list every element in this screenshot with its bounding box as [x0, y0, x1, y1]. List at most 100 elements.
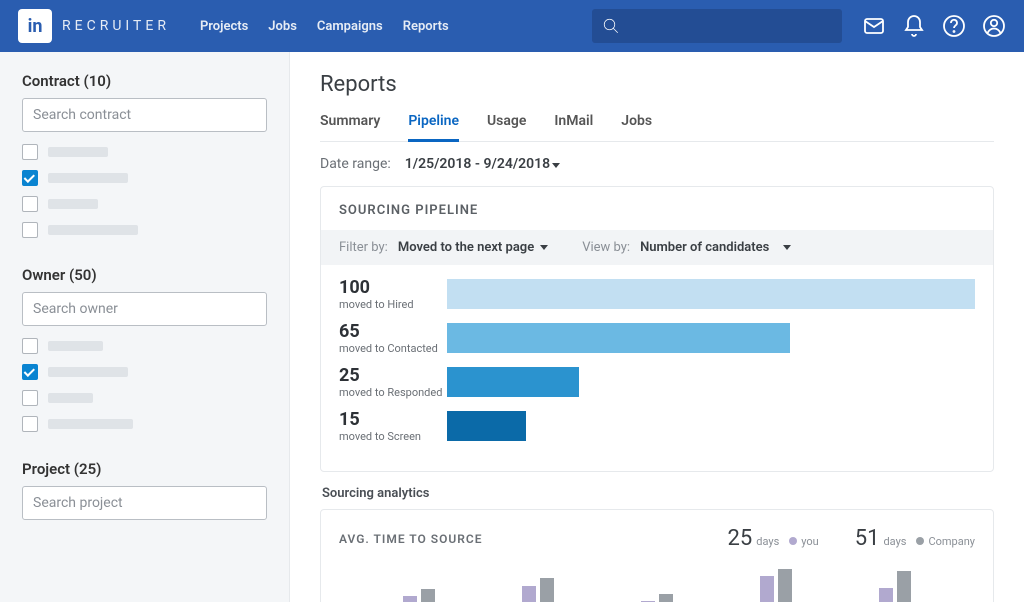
filter-option[interactable] — [22, 416, 267, 432]
filter-project-title: Project (25) — [22, 460, 267, 478]
pipeline-card-title: SOURCING PIPELINE — [321, 187, 993, 230]
main-content: Reports SummaryPipelineUsageInMailJobs D… — [290, 52, 1024, 602]
chart-bar-pair — [403, 589, 435, 602]
filter-option[interactable] — [22, 364, 267, 380]
checkbox[interactable] — [22, 144, 38, 160]
view-by-label: View by: — [582, 240, 630, 255]
checkbox[interactable] — [22, 390, 38, 406]
legend-dot-company — [916, 537, 924, 545]
chart-bar-pair — [522, 578, 554, 602]
search-icon — [602, 17, 620, 35]
avg-time-title: AVG. TIME TO SOURCE — [339, 532, 483, 546]
filter-option[interactable] — [22, 170, 267, 186]
owner-search-input[interactable] — [22, 292, 267, 326]
nav-campaigns[interactable]: Campaigns — [317, 19, 383, 34]
checkbox[interactable] — [22, 170, 38, 186]
pipeline-row: 65moved to Contacted — [339, 321, 975, 355]
stat-company: 51days Company — [855, 526, 975, 551]
chevron-down-icon — [540, 245, 548, 250]
pipeline-label: moved to Responded — [339, 386, 447, 399]
tab-jobs[interactable]: Jobs — [621, 113, 652, 141]
option-placeholder — [48, 225, 138, 235]
checkbox[interactable] — [22, 338, 38, 354]
contract-search-input[interactable] — [22, 98, 267, 132]
report-tabs: Summary Pipeline Usage InMail Jobs — [320, 113, 994, 142]
option-placeholder — [48, 173, 128, 183]
avg-time-card: AVG. TIME TO SOURCE 25days you 51days Co… — [320, 509, 994, 602]
nav-projects[interactable]: Projects — [200, 19, 248, 34]
tab-inmail[interactable]: InMail — [554, 113, 593, 141]
option-placeholder — [48, 147, 108, 157]
pipeline-label: moved to Hired — [339, 298, 447, 311]
filter-contract-title: Contract (10) — [22, 72, 267, 90]
pipeline-bars: 100moved to Hired65moved to Contacted25m… — [321, 265, 993, 471]
filters-sidebar: Contract (10) Owner (50) Project (25) — [0, 52, 290, 602]
help-icon[interactable] — [942, 14, 966, 38]
date-range-selector[interactable]: Date range: 1/25/2018 - 9/24/2018 — [320, 156, 994, 172]
filter-owner-title: Owner (50) — [22, 266, 267, 284]
pipeline-row: 25moved to Responded — [339, 365, 975, 399]
pipeline-value: 100 — [339, 277, 447, 298]
option-placeholder — [48, 199, 98, 209]
filter-option[interactable] — [22, 390, 267, 406]
chart-bar-pair — [641, 594, 673, 602]
pipeline-value: 25 — [339, 365, 447, 386]
pipeline-label: moved to Screen — [339, 430, 447, 443]
chart-bar-pair — [760, 569, 792, 602]
pipeline-value: 65 — [339, 321, 447, 342]
pipeline-bar — [447, 411, 526, 441]
filter-option[interactable] — [22, 196, 267, 212]
owner-options — [22, 338, 267, 432]
filter-option[interactable] — [22, 222, 267, 238]
profile-icon[interactable] — [982, 14, 1006, 38]
sourcing-analytics-label: Sourcing analytics — [322, 486, 994, 501]
linkedin-logo[interactable]: in — [18, 9, 52, 43]
stat-you: 25days you — [728, 526, 819, 551]
pipeline-row: 100moved to Hired — [339, 277, 975, 311]
nav-links: Projects Jobs Campaigns Reports — [200, 19, 449, 34]
filter-contract: Contract (10) — [22, 72, 267, 238]
filter-by-dropdown[interactable]: Moved to the next page — [398, 240, 548, 255]
project-search-input[interactable] — [22, 486, 267, 520]
date-range-label: Date range: — [320, 156, 391, 172]
nav-jobs[interactable]: Jobs — [268, 19, 297, 34]
option-placeholder — [48, 419, 133, 429]
mail-icon[interactable] — [862, 14, 886, 38]
tab-pipeline[interactable]: Pipeline — [408, 113, 459, 142]
checkbox[interactable] — [22, 364, 38, 380]
contract-options — [22, 144, 267, 238]
avg-time-stats: 25days you 51days Company — [728, 526, 975, 551]
pipeline-label: moved to Contacted — [339, 342, 447, 355]
filter-project: Project (25) — [22, 460, 267, 520]
sourcing-pipeline-card: SOURCING PIPELINE Filter by: Moved to th… — [320, 186, 994, 472]
top-icons — [862, 14, 1006, 38]
search-input[interactable] — [592, 9, 842, 43]
chevron-down-icon — [552, 163, 560, 168]
pipeline-bar — [447, 367, 579, 397]
tab-summary[interactable]: Summary — [320, 113, 380, 141]
legend-dot-you — [789, 537, 797, 545]
checkbox[interactable] — [22, 416, 38, 432]
pipeline-bar — [447, 279, 975, 309]
pipeline-value: 15 — [339, 409, 447, 430]
option-placeholder — [48, 341, 103, 351]
pipeline-row: 15moved to Screen — [339, 409, 975, 443]
pipeline-filterbar: Filter by: Moved to the next page View b… — [321, 230, 993, 265]
checkbox[interactable] — [22, 222, 38, 238]
option-placeholder — [48, 367, 128, 377]
brand-name: RECRUITER — [62, 18, 170, 34]
avg-time-chart — [339, 551, 975, 602]
nav-reports[interactable]: Reports — [403, 19, 449, 34]
view-by-dropdown[interactable]: Number of candidates — [640, 240, 791, 255]
filter-option[interactable] — [22, 144, 267, 160]
top-navbar: in RECRUITER Projects Jobs Campaigns Rep… — [0, 0, 1024, 52]
filter-option[interactable] — [22, 338, 267, 354]
pipeline-bar — [447, 323, 790, 353]
tab-usage[interactable]: Usage — [487, 113, 526, 141]
filter-by-label: Filter by: — [339, 240, 388, 255]
chevron-down-icon — [783, 245, 791, 250]
date-range-value: 1/25/2018 - 9/24/2018 — [405, 156, 550, 172]
filter-owner: Owner (50) — [22, 266, 267, 432]
bell-icon[interactable] — [902, 14, 926, 38]
checkbox[interactable] — [22, 196, 38, 212]
